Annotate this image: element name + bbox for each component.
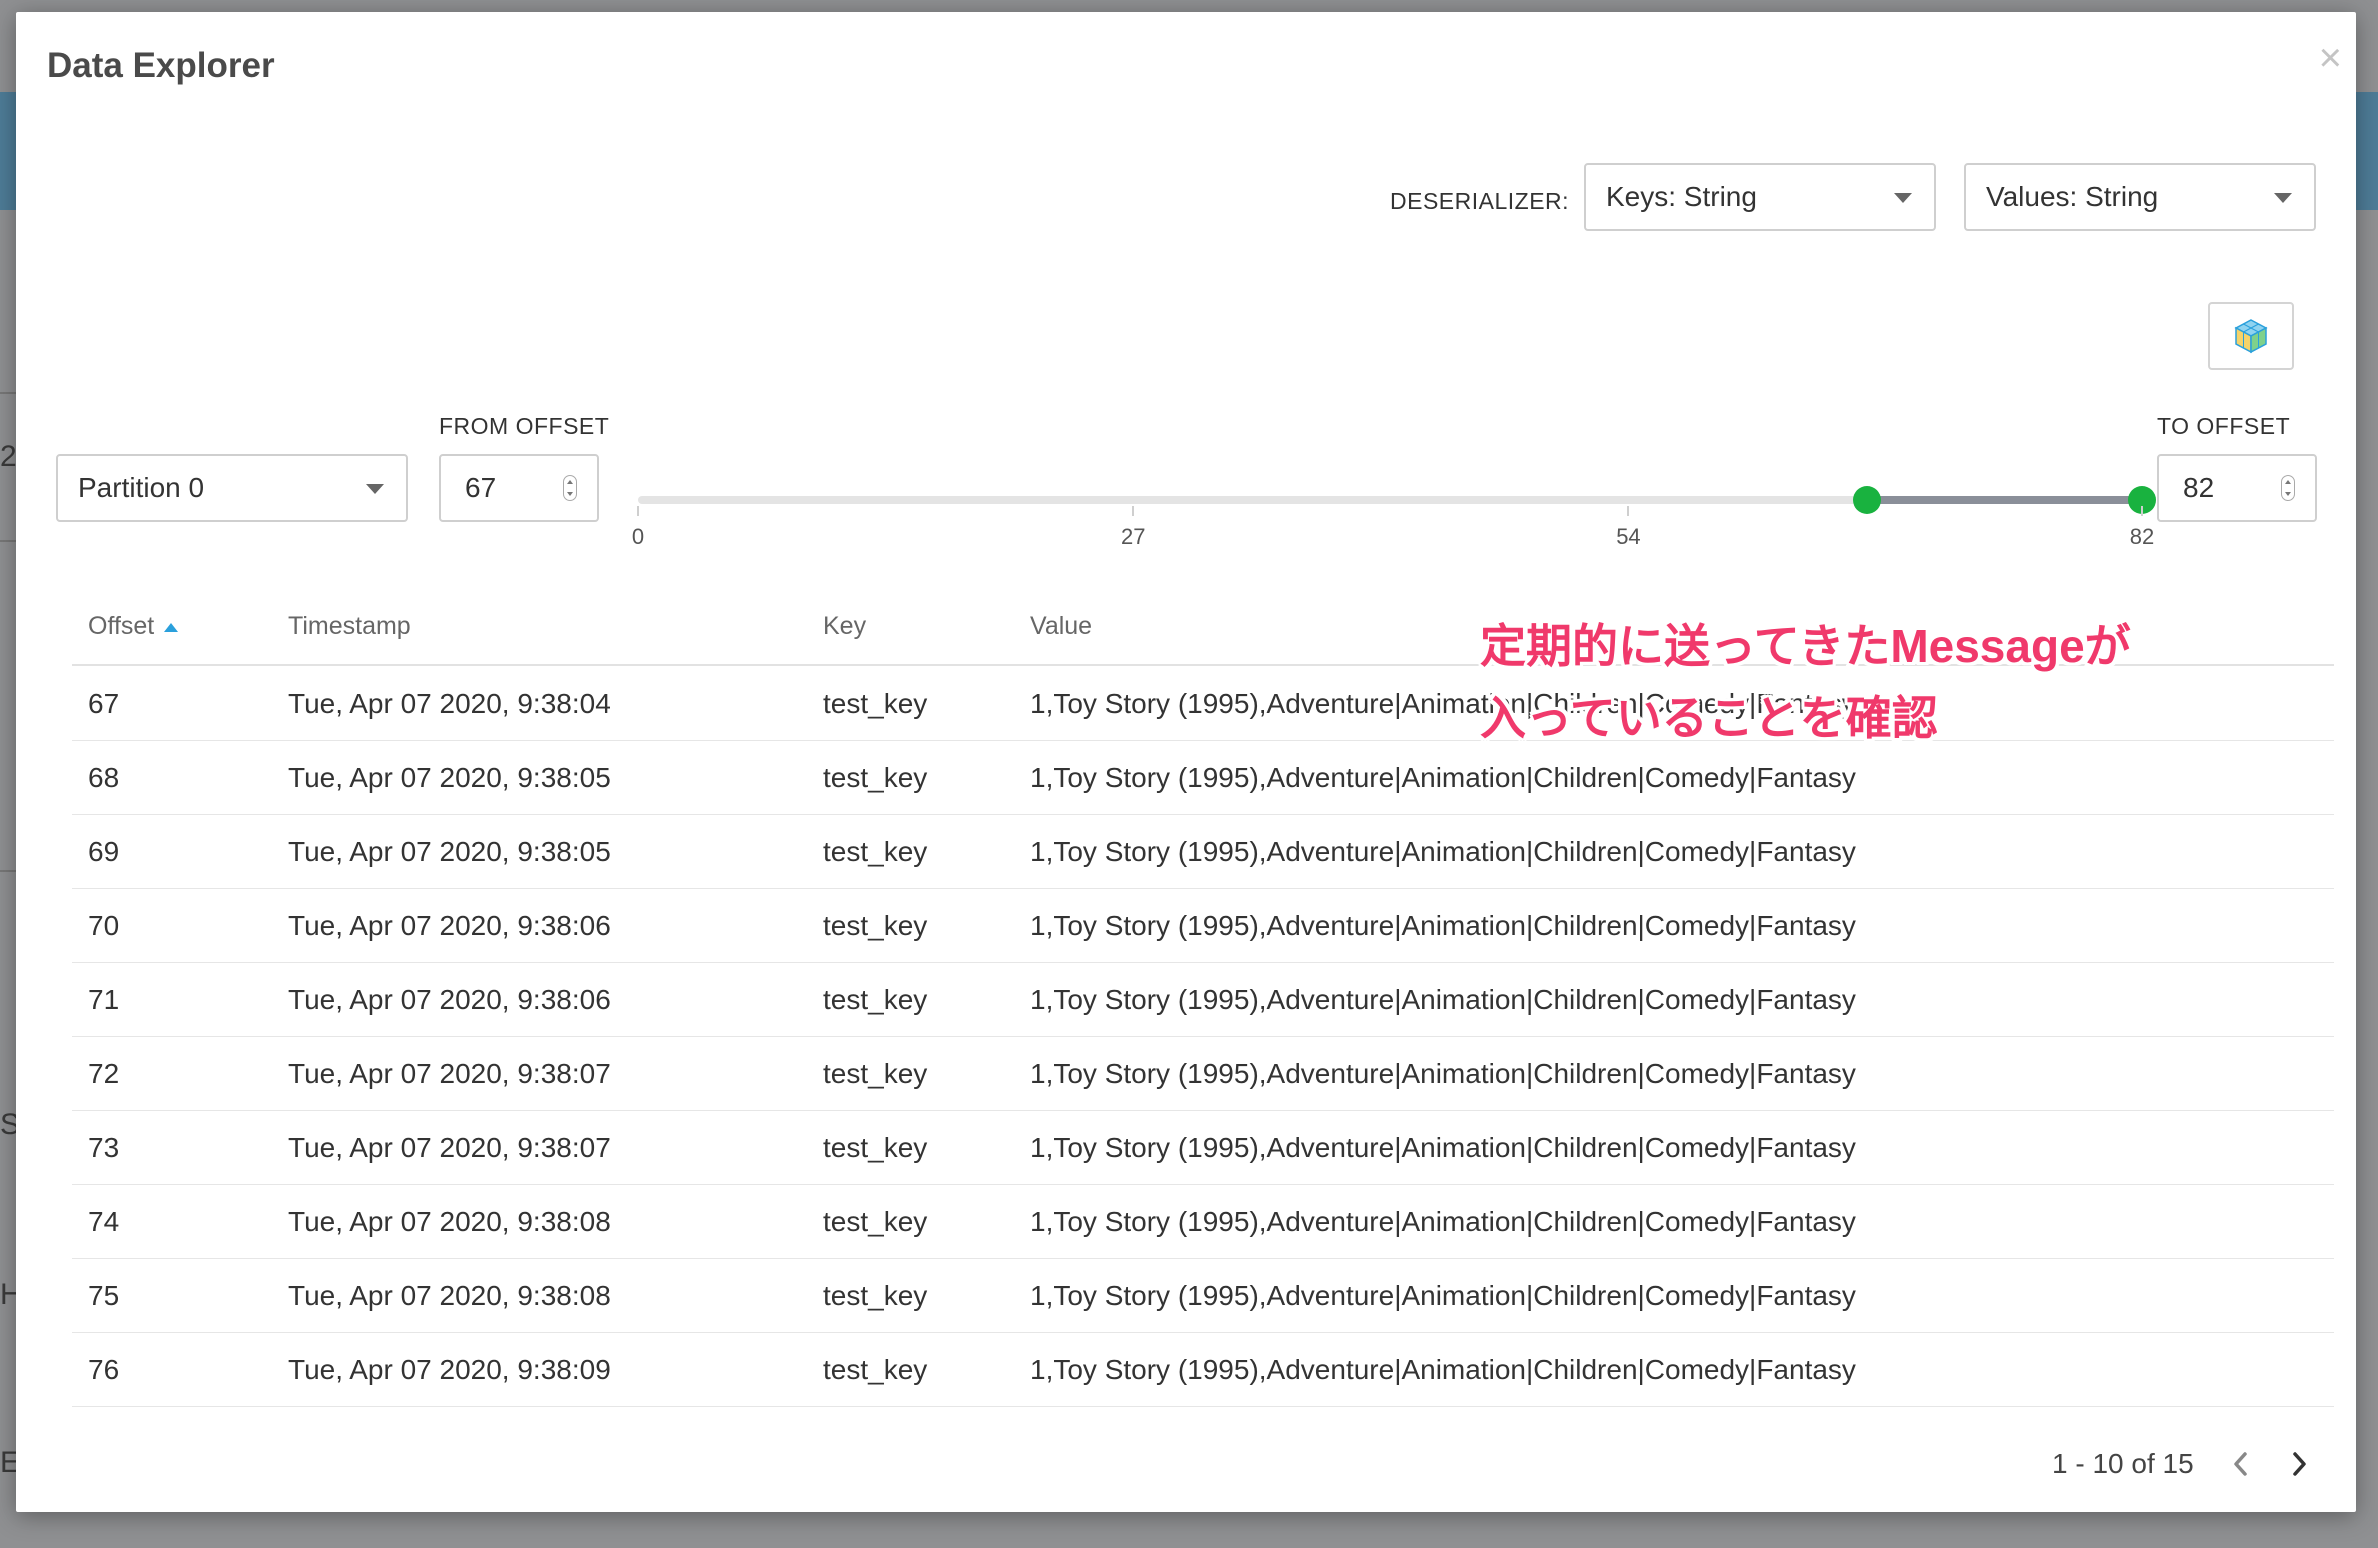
table-row[interactable]: 76 Tue, Apr 07 2020, 9:38:09 test_key 1,Toy… <box>72 1332 2334 1407</box>
cell-value: 1,Toy Story (1995),Adventure|Animation|C… <box>1030 1058 1856 1089</box>
cell-offset: 68 <box>88 762 120 793</box>
cell-value: 1,Toy Story (1995),Adventure|Animation|C… <box>1030 1132 1856 1163</box>
cell-timestamp: Tue, Apr 07 2020, 9:38:08 <box>288 1206 611 1237</box>
cell-value: 1,Toy Story (1995),Adventure|Animation|C… <box>1030 762 1856 793</box>
from-offset-value: 67 <box>465 472 497 503</box>
partition-select[interactable]: Partition 0 <box>56 454 408 522</box>
cell-offset: 73 <box>88 1132 120 1163</box>
table-row[interactable]: 71 Tue, Apr 07 2020, 9:38:06 test_key 1,Toy… <box>72 962 2334 1037</box>
cell-timestamp: Tue, Apr 07 2020, 9:38:08 <box>288 1280 611 1311</box>
cell-timestamp: Tue, Apr 07 2020, 9:38:04 <box>288 688 611 719</box>
cell-offset: 67 <box>88 688 120 719</box>
cell-key: test_key <box>823 910 928 941</box>
table-row[interactable]: 73 Tue, Apr 07 2020, 9:38:07 test_key 1,Toy… <box>72 1110 2334 1185</box>
pagination-range: 1 - 10 of 15 <box>2052 1448 2194 1479</box>
annotation-line-2: 入っていることを確認 <box>1480 692 1938 744</box>
to-offset-value: 82 <box>2183 472 2215 503</box>
chevron-down-icon <box>366 484 384 494</box>
slider-tick-label: 54 <box>1616 524 1641 549</box>
values-deserializer-value: Values: String <box>1986 181 2159 212</box>
table-row[interactable]: 72 Tue, Apr 07 2020, 9:38:07 test_key 1,Toy… <box>72 1036 2334 1111</box>
background-edge-text: 2 <box>0 440 17 473</box>
cell-key: test_key <box>823 1132 928 1163</box>
slider-tick <box>2141 506 2143 516</box>
cell-offset: 69 <box>88 836 120 867</box>
cell-timestamp: Tue, Apr 07 2020, 9:38:07 <box>288 1132 611 1163</box>
cell-value: 1,Toy Story (1995),Adventure|Animation|C… <box>1030 1206 1856 1237</box>
table-row[interactable]: 75 Tue, Apr 07 2020, 9:38:08 test_key 1,Toy… <box>72 1258 2334 1333</box>
offset-slider-range <box>1866 496 2142 504</box>
keys-deserializer-value: Keys: String <box>1606 181 1757 212</box>
column-header-value[interactable]: Value <box>1030 612 1092 641</box>
to-offset-input[interactable]: 82 <box>2157 454 2317 522</box>
table-row[interactable]: 70 Tue, Apr 07 2020, 9:38:06 test_key 1,Toy… <box>72 888 2334 963</box>
modal-title: Data Explorer <box>47 46 275 85</box>
slider-tick-label: 27 <box>1120 524 1146 549</box>
cell-value: 1,Toy Story (1995),Adventure|Animation|C… <box>1030 1354 1856 1385</box>
to-offset-label: TO OFFSET <box>2157 413 2291 439</box>
chevron-left-icon[interactable] <box>2226 1446 2256 1482</box>
slider-tick-label: 0 <box>631 524 645 549</box>
stepper-icon[interactable] <box>563 475 577 501</box>
from-offset-input[interactable]: 67 <box>439 454 599 522</box>
cube-icon <box>2234 319 2268 354</box>
cell-timestamp: Tue, Apr 07 2020, 9:38:05 <box>288 836 611 867</box>
cell-key: test_key <box>823 836 928 867</box>
cell-offset: 72 <box>88 1058 120 1089</box>
cell-value: 1,Toy Story (1995),Adventure|Animation|C… <box>1030 1280 1856 1311</box>
cell-value: 1,Toy Story (1995),Adventure|Animation|C… <box>1030 836 1856 867</box>
cell-timestamp: Tue, Apr 07 2020, 9:38:07 <box>288 1058 611 1089</box>
chevron-down-icon <box>2274 193 2292 203</box>
column-header-offset-label: Offset <box>88 612 155 640</box>
column-header-timestamp[interactable]: Timestamp <box>288 612 411 641</box>
values-deserializer-select[interactable]: Values: String <box>1964 163 2316 231</box>
cell-key: test_key <box>823 1280 928 1311</box>
annotation-callout: 定期的に送ってきたMessageが 入っていることを確認 <box>1480 610 2131 754</box>
slider-tick <box>1627 506 1630 516</box>
cell-timestamp: Tue, Apr 07 2020, 9:38:09 <box>288 1354 611 1385</box>
keys-deserializer-select[interactable]: Keys: String <box>1584 163 1936 231</box>
from-offset-label: FROM OFFSET <box>439 413 610 439</box>
column-header-offset[interactable]: Offset <box>88 612 179 641</box>
cell-offset: 71 <box>88 984 120 1015</box>
cell-offset: 76 <box>88 1354 120 1385</box>
cell-key: test_key <box>823 984 928 1015</box>
cell-key: test_key <box>823 1058 928 1089</box>
cell-timestamp: Tue, Apr 07 2020, 9:38:05 <box>288 762 611 793</box>
cell-timestamp: Tue, Apr 07 2020, 9:38:06 <box>288 984 611 1015</box>
partition-value: Partition 0 <box>78 472 205 503</box>
slider-tick <box>1132 506 1135 516</box>
close-icon[interactable]: × <box>2319 38 2342 78</box>
data-explorer-modal: Data Explorer × DESERIALIZER: Keys: Stri… <box>16 12 2356 1512</box>
table-row[interactable]: 74 Tue, Apr 07 2020, 9:38:08 test_key 1,Toy… <box>72 1184 2334 1259</box>
cell-value: 1,Toy Story (1995),Adventure|Animation|C… <box>1030 984 1856 1015</box>
cell-key: test_key <box>823 1354 928 1385</box>
cell-offset: 70 <box>88 910 120 941</box>
cell-timestamp: Tue, Apr 07 2020, 9:38:06 <box>288 910 611 941</box>
annotation-line-1: 定期的に送ってきたMessageが <box>1480 620 2131 672</box>
slider-tick-label: 82 <box>2129 524 2155 549</box>
sort-ascending-icon <box>164 622 179 632</box>
column-header-key[interactable]: Key <box>823 612 866 641</box>
cell-key: test_key <box>823 1206 928 1237</box>
cell-offset: 74 <box>88 1206 120 1237</box>
slider-handle-from[interactable] <box>1852 486 1881 514</box>
cell-key: test_key <box>823 688 928 719</box>
chevron-right-icon[interactable] <box>2284 1446 2314 1482</box>
cell-key: test_key <box>823 762 928 793</box>
cell-value: 1,Toy Story (1995),Adventure|Animation|C… <box>1030 910 1856 941</box>
schema-view-button[interactable] <box>2208 302 2294 370</box>
deserializer-label: DESERIALIZER: <box>1390 188 1570 214</box>
cell-offset: 75 <box>88 1280 120 1311</box>
chevron-down-icon <box>1894 193 1912 203</box>
table-row[interactable]: 69 Tue, Apr 07 2020, 9:38:05 test_key 1,Toy… <box>72 814 2334 889</box>
slider-tick <box>637 506 639 516</box>
stepper-icon[interactable] <box>2281 475 2295 501</box>
